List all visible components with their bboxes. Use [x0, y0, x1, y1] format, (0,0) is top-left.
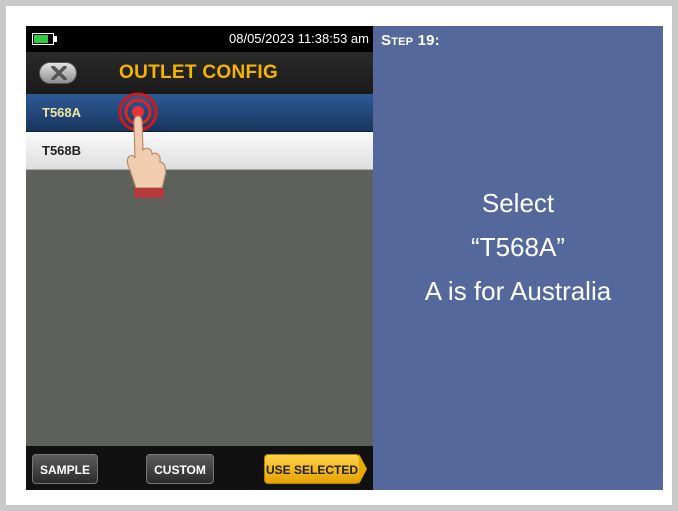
title-bar: OUTLET CONFIG: [26, 52, 373, 94]
option-t568a[interactable]: T568A: [26, 94, 373, 132]
bottom-toolbar: SAMPLE CUSTOM USE SELECTED: [26, 446, 373, 490]
status-bar: 08/05/2023 11:38:53 am: [26, 26, 373, 52]
sample-button[interactable]: SAMPLE: [32, 454, 98, 484]
option-t568b[interactable]: T568B: [26, 132, 373, 170]
use-selected-arrow: [359, 454, 367, 484]
instruction-line-1: Select: [481, 188, 555, 218]
instruction-line-2: “T568A”: [471, 232, 565, 262]
page-title: OUTLET CONFIG: [119, 62, 279, 83]
tap-hand-icon: [118, 92, 167, 198]
close-icon: [51, 66, 67, 80]
option-label: T568A: [42, 105, 82, 120]
battery-icon: [32, 33, 54, 45]
use-selected-button[interactable]: USE SELECTED: [264, 454, 360, 484]
back-button[interactable]: [39, 62, 77, 84]
status-datetime: 08/05/2023 11:38:53 am: [229, 31, 369, 46]
step-heading: Step 19:: [381, 32, 440, 49]
option-label: T568B: [42, 143, 82, 158]
instruction-line-3: A is for Australia: [424, 276, 612, 306]
device-screen: 08/05/2023 11:38:53 am OUTLET CONFIG T56…: [26, 26, 373, 490]
instruction-panel: Step 19: Select “T568A” A is for Austral…: [373, 26, 663, 490]
battery-nub: [54, 36, 57, 42]
custom-button[interactable]: CUSTOM: [146, 454, 214, 484]
